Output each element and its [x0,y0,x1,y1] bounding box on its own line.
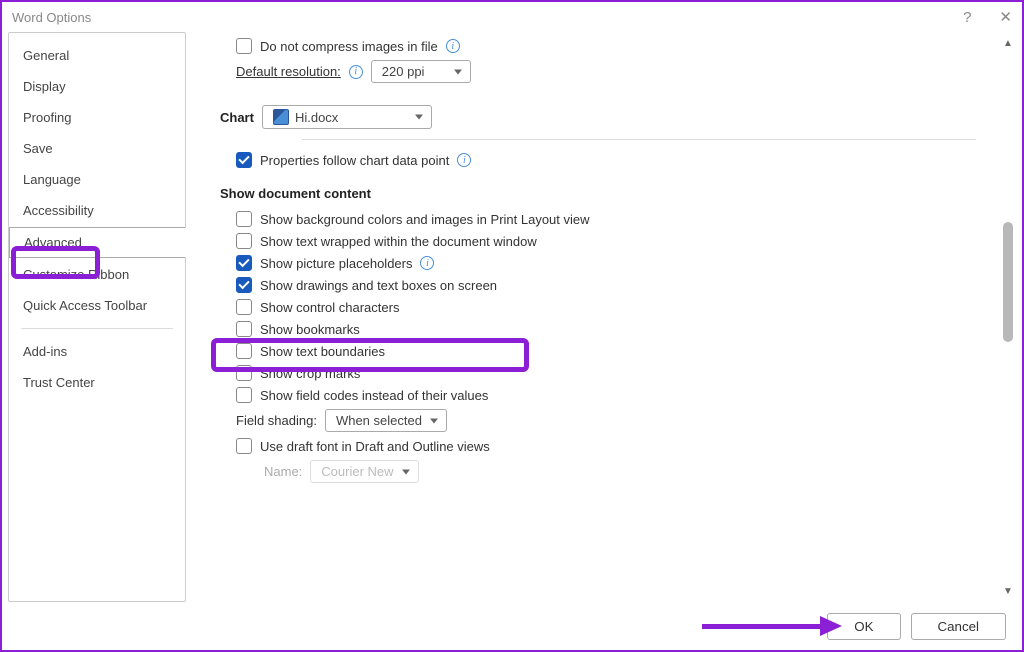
sidebar-item-general[interactable]: General [9,41,185,70]
checkbox-wrapped[interactable] [236,233,252,249]
label-control-chars: Show control characters [260,300,399,315]
dropdown-resolution[interactable]: 220 ppi [371,60,471,83]
checkbox-bg-colors[interactable] [236,211,252,227]
sidebar-item-customize-ribbon[interactable]: Customize Ribbon [9,260,185,289]
checkbox-draft-font[interactable] [236,438,252,454]
info-icon[interactable]: i [420,256,434,270]
label-crop: Show crop marks [260,366,360,381]
titlebar: Word Options ? ✕ [2,2,1022,32]
label-drawings: Show drawings and text boxes on screen [260,278,497,293]
sidebar-item-proofing[interactable]: Proofing [9,103,185,132]
label-compress: Do not compress images in file [260,39,438,54]
checkbox-field-codes[interactable] [236,387,252,403]
section-chart: Chart [220,110,254,125]
word-options-dialog: Word Options ? ✕ General Display Proofin… [0,0,1024,652]
info-icon[interactable]: i [446,39,460,53]
label-field-codes: Show field codes instead of their values [260,388,488,403]
label-field-shading: Field shading: [236,413,317,428]
annotation-arrow [702,616,842,636]
scroll-down-icon[interactable]: ▼ [1002,584,1014,598]
label-wrapped: Show text wrapped within the document wi… [260,234,537,249]
label-draft-font: Use draft font in Draft and Outline view… [260,439,490,454]
word-doc-icon [273,109,289,125]
checkbox-text-bound[interactable] [236,343,252,359]
info-icon[interactable]: i [349,65,363,79]
dialog-footer: OK Cancel [2,602,1022,650]
ok-button[interactable]: OK [827,613,900,640]
scrollbar-thumb[interactable] [1003,222,1013,342]
category-sidebar: General Display Proofing Save Language A… [8,32,186,602]
label-font-name: Name: [264,464,302,479]
sidebar-item-advanced[interactable]: Advanced [9,227,186,258]
label-default-resolution: Default resolution: [236,64,341,79]
label-bookmarks: Show bookmarks [260,322,360,337]
label-pic-placeholders: Show picture placeholders [260,256,412,271]
sidebar-item-quick-access[interactable]: Quick Access Toolbar [9,291,185,320]
help-icon[interactable]: ? [963,9,971,26]
checkbox-properties-follow[interactable] [236,152,252,168]
sidebar-item-display[interactable]: Display [9,72,185,101]
label-properties-follow: Properties follow chart data point [260,153,449,168]
checkbox-drawings[interactable] [236,277,252,293]
checkbox-pic-placeholders[interactable] [236,255,252,271]
label-bg-colors: Show background colors and images in Pri… [260,212,590,227]
checkbox-crop[interactable] [236,365,252,381]
sidebar-item-addins[interactable]: Add-ins [9,337,185,366]
sidebar-item-save[interactable]: Save [9,134,185,163]
checkbox-bookmarks[interactable] [236,321,252,337]
dropdown-chart-doc[interactable]: Hi.docx [262,105,432,129]
scroll-up-icon[interactable]: ▲ [1002,36,1014,50]
cancel-button[interactable]: Cancel [911,613,1007,640]
scrollbar[interactable]: ▲ ▼ [1000,32,1016,602]
window-title: Word Options [12,10,91,25]
section-show-doc: Show document content [220,186,976,201]
checkbox-compress[interactable] [236,38,252,54]
dropdown-field-shading[interactable]: When selected [325,409,447,432]
label-text-bound: Show text boundaries [260,344,385,359]
sidebar-item-accessibility[interactable]: Accessibility [9,196,185,225]
sidebar-item-trust-center[interactable]: Trust Center [9,368,185,397]
info-icon[interactable]: i [457,153,471,167]
checkbox-control-chars[interactable] [236,299,252,315]
options-panel: Do not compress images in file i Default… [190,32,1000,602]
sidebar-item-language[interactable]: Language [9,165,185,194]
dropdown-font-name: Courier New [310,460,418,483]
close-icon[interactable]: ✕ [999,8,1012,26]
